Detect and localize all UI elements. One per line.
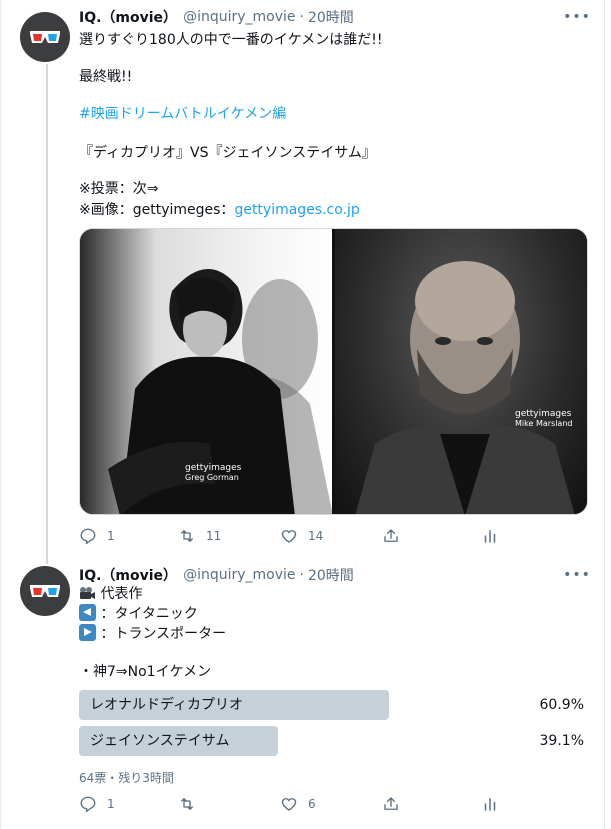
tweet-text-line: ※投票：次⇒	[79, 181, 159, 197]
external-link[interactable]: gettyimages.co.jp	[234, 202, 359, 218]
reply-count: 1	[107, 797, 115, 811]
timestamp[interactable]: 20時間	[308, 7, 354, 27]
share-button[interactable]	[382, 795, 481, 813]
like-button[interactable]: 14	[280, 527, 382, 545]
analytics-button[interactable]	[481, 795, 499, 813]
reply-button[interactable]: 1	[79, 527, 178, 545]
share-button[interactable]	[382, 527, 481, 545]
retweet-button[interactable]: 11	[178, 527, 280, 545]
avatar[interactable]	[20, 566, 70, 616]
tweet-actions: 1 6	[79, 794, 499, 814]
tweet-text-segment: ：トランスポーター	[100, 626, 227, 642]
retweet-count: 11	[206, 529, 222, 543]
analytics-button[interactable]	[481, 527, 499, 545]
getty-watermark: gettyimages Greg Gorman	[185, 463, 242, 483]
reply-icon	[80, 796, 96, 813]
timeline-border-right	[604, 0, 605, 829]
media-grid[interactable]: gettyimages Greg Gorman gettyimages Mike M…	[79, 228, 588, 515]
right-arrow-icon	[79, 624, 96, 641]
tweet-actions: 1 11 14	[79, 526, 499, 546]
photo-statham[interactable]: gettyimages Mike Marsland	[335, 229, 587, 514]
retweet-icon	[181, 530, 193, 542]
separator: ·	[299, 9, 304, 25]
reply-button[interactable]: 1	[79, 795, 178, 813]
heart-icon	[281, 530, 297, 543]
poll-option-percent: 60.9%	[539, 697, 584, 713]
reply-icon	[80, 528, 96, 545]
author-name[interactable]: IQ.（movie）	[79, 565, 177, 585]
tweet-text-line: ：トランスポーター	[79, 624, 226, 644]
retweet-button[interactable]	[178, 795, 280, 813]
author-name[interactable]: IQ.（movie）	[79, 7, 177, 27]
tweet-text-segment: 代表作	[100, 586, 143, 602]
tweet-text-line: 最終戦!!	[79, 69, 133, 85]
separator: ·	[299, 567, 304, 583]
3d-glasses-icon	[30, 31, 60, 43]
more-options-button[interactable]: •••	[563, 7, 590, 27]
more-options-button[interactable]: •••	[563, 565, 590, 585]
3d-glasses-icon	[30, 585, 60, 597]
like-count: 6	[308, 797, 316, 811]
like-count: 14	[308, 529, 324, 543]
tweet[interactable]: IQ.（movie） @inquiry_movie · 20時間 ••• 代表作…	[1, 554, 604, 829]
poll-meta: 64票・残り3時間	[79, 771, 174, 785]
author-handle[interactable]: @inquiry_movie	[183, 9, 295, 25]
tweet[interactable]: IQ.（movie） @inquiry_movie · 20時間 ••• 選りす…	[1, 0, 604, 554]
analytics-icon	[484, 798, 496, 811]
reply-count: 1	[107, 529, 115, 543]
portrait-silhouette	[355, 261, 575, 514]
heart-icon	[281, 798, 297, 811]
poll-option-label: ジェイソンステイサム	[90, 733, 230, 749]
author-handle[interactable]: @inquiry_movie	[183, 567, 295, 583]
image-credit-prefix: ※画像：gettyimeges：	[79, 202, 235, 218]
tweet-text-line: 『ディカプリオ』VS『ジェイソンステイサム』	[79, 145, 376, 161]
retweet-icon	[181, 798, 193, 810]
tweet-text-line: ・神7⇒No1イケメン	[79, 664, 212, 680]
hashtag-link[interactable]: #映画ドリームバトルイケメン編	[79, 104, 286, 124]
movie-camera-icon	[80, 587, 95, 599]
tweet-text-line: 選りすぐり180人の中で一番のイケメンは誰だ!!	[79, 32, 383, 48]
tweet-text-line: ：タイタニック	[79, 604, 198, 624]
avatar[interactable]	[20, 12, 70, 62]
tweet-text-segment: ：タイタニック	[100, 606, 198, 622]
tweet-text-line: ※画像：gettyimeges：gettyimages.co.jp	[79, 200, 360, 220]
tweet-header: IQ.（movie） @inquiry_movie · 20時間	[79, 565, 354, 585]
timestamp[interactable]: 20時間	[308, 565, 354, 585]
photo-dicaprio[interactable]: gettyimages Greg Gorman	[80, 229, 332, 514]
analytics-icon	[484, 530, 496, 543]
poll-option-label: レオナルドディカプリオ	[90, 697, 244, 713]
thread-line	[46, 554, 48, 564]
like-button[interactable]: 6	[280, 795, 382, 813]
share-icon	[384, 529, 398, 542]
left-arrow-icon	[79, 604, 96, 621]
tweet-text-line: 代表作	[79, 584, 142, 604]
tweet-header: IQ.（movie） @inquiry_movie · 20時間	[79, 7, 354, 27]
getty-watermark: gettyimages Mike Marsland	[515, 409, 573, 429]
poll-option-percent: 39.1%	[539, 733, 584, 749]
share-icon	[384, 797, 398, 810]
thread-line	[46, 64, 48, 554]
